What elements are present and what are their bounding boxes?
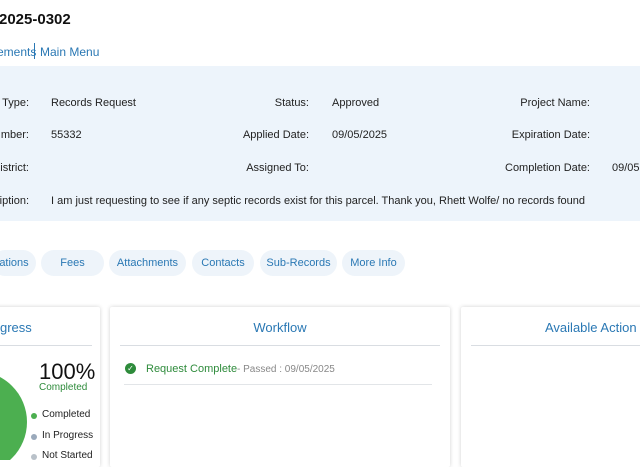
legend-not-started-dot — [31, 454, 37, 460]
type-label: Type: — [2, 97, 29, 109]
tab-contacts[interactable]: Contacts — [192, 250, 254, 276]
status-label: Status: — [274, 97, 309, 109]
record-title: -2025-0302 — [0, 11, 71, 28]
legend-in-progress-label: In Progress — [42, 430, 94, 441]
legend-completed-label: Completed — [42, 409, 91, 420]
progress-card-title: gress — [0, 320, 32, 335]
legend-in-progress-dot — [31, 434, 37, 440]
workflow-item-divider — [124, 384, 432, 385]
applied-date-label: Applied Date: — [242, 129, 309, 141]
number-value: 55332 — [51, 129, 82, 141]
legend-not-started-label: Not Started — [42, 450, 93, 461]
progress-status-text: Completed — [39, 382, 88, 393]
workflow-item-name[interactable]: Request Complete — [146, 363, 237, 375]
tab-more-info[interactable]: More Info — [342, 250, 405, 276]
available-actions-title: Available Action — [545, 320, 637, 335]
progress-donut-chart — [0, 377, 27, 460]
available-actions-card: Available Action — [461, 307, 640, 467]
expiration-date-label: Expiration Date: — [511, 129, 590, 141]
completion-date-value: 09/05 — [612, 162, 640, 174]
check-circle-icon: ✓ — [125, 363, 136, 374]
tab-fees[interactable]: Fees — [41, 250, 104, 276]
description-label: iption: — [0, 195, 29, 207]
actions-title-rule — [471, 345, 640, 346]
workflow-card: Workflow ✓ Request Complete - Passed : 0… — [110, 307, 450, 467]
type-value: Records Request — [51, 97, 136, 109]
completion-date-label: Completion Date: — [505, 162, 590, 174]
nav-link-documents[interactable]: ements — [0, 45, 36, 59]
project-name-label: Project Name: — [520, 97, 590, 109]
applied-date-value: 09/05/2025 — [332, 129, 388, 141]
workflow-title-rule — [120, 345, 440, 346]
description-value: I am just requesting to see if any septi… — [51, 195, 585, 207]
tab-inspections[interactable]: ations — [0, 250, 36, 276]
nav-divider — [34, 43, 35, 59]
number-label: mber: — [0, 129, 29, 141]
status-value: Approved — [332, 97, 380, 109]
district-label: istrict: — [0, 162, 29, 174]
workflow-card-title: Workflow — [253, 320, 307, 335]
nav-link-main-menu[interactable]: Main Menu — [40, 45, 99, 59]
legend-completed-dot — [31, 413, 37, 419]
progress-donut-completed — [0, 377, 27, 460]
tab-attachments[interactable]: Attachments — [109, 250, 186, 276]
tab-sub-records[interactable]: Sub-Records — [260, 250, 337, 276]
assigned-to-label: Assigned To: — [246, 162, 309, 174]
workflow-item-status: - Passed : 09/05/2025 — [237, 364, 335, 375]
